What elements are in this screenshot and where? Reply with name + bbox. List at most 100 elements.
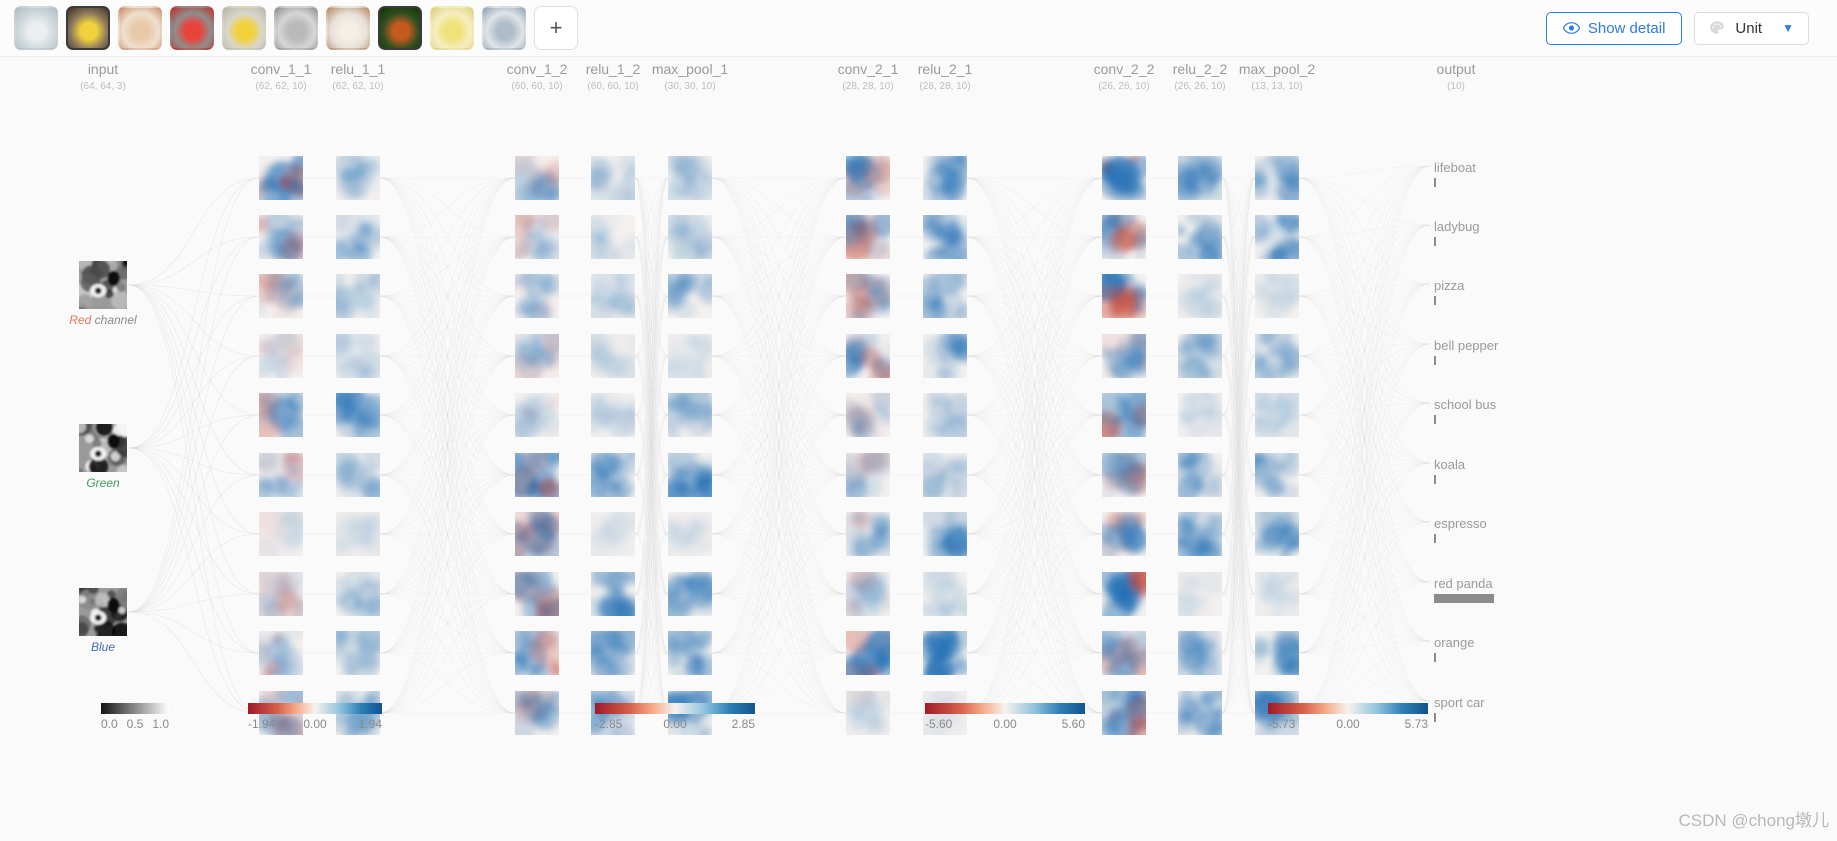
feature-map-tile[interactable]	[846, 691, 890, 735]
feature-map-tile[interactable]	[515, 691, 559, 735]
unit-dropdown[interactable]: Unit ▼	[1694, 11, 1809, 45]
feature-map-tile[interactable]	[336, 215, 380, 259]
layer-label-relu_2_2[interactable]: relu_2_2 (26, 26, 10)	[1173, 62, 1228, 94]
feature-map-tile[interactable]	[846, 156, 890, 200]
output-class-label[interactable]: ladybug	[1434, 219, 1480, 234]
feature-map-tile[interactable]	[336, 334, 380, 378]
feature-map-tile[interactable]	[1178, 512, 1222, 556]
feature-map-tile[interactable]	[259, 631, 303, 675]
feature-map-tile[interactable]	[846, 215, 890, 259]
feature-map-tile[interactable]	[1255, 215, 1299, 259]
layer-label-output[interactable]: output (10)	[1437, 62, 1476, 94]
feature-map-tile[interactable]	[668, 334, 712, 378]
feature-map-tile[interactable]	[1178, 631, 1222, 675]
feature-map-tile[interactable]	[259, 512, 303, 556]
feature-map-tile[interactable]	[1178, 274, 1222, 318]
feature-map-tile[interactable]	[259, 156, 303, 200]
feature-map-tile[interactable]	[591, 156, 635, 200]
feature-map-tile[interactable]	[1255, 393, 1299, 437]
feature-map-tile[interactable]	[515, 393, 559, 437]
layer-label-relu_2_1[interactable]: relu_2_1 (28, 28, 10)	[918, 62, 973, 94]
feature-map-tile[interactable]	[1102, 453, 1146, 497]
thumbnail-bell-pepper[interactable]	[170, 6, 214, 50]
thumbnail-school-bus[interactable]	[222, 6, 266, 50]
feature-map-tile[interactable]	[923, 572, 967, 616]
add-image-button[interactable]: +	[534, 6, 578, 50]
feature-map-tile[interactable]	[1102, 156, 1146, 200]
feature-map-tile[interactable]	[591, 393, 635, 437]
feature-map-tile[interactable]	[1255, 156, 1299, 200]
input-channel-tile[interactable]	[79, 588, 127, 636]
feature-map-tile[interactable]	[846, 334, 890, 378]
feature-map-tile[interactable]	[515, 334, 559, 378]
feature-map-tile[interactable]	[1102, 393, 1146, 437]
feature-map-tile[interactable]	[1102, 691, 1146, 735]
feature-map-tile[interactable]	[1255, 274, 1299, 318]
feature-map-tile[interactable]	[259, 572, 303, 616]
output-class-label[interactable]: orange	[1434, 635, 1474, 650]
input-channel-tile[interactable]	[79, 261, 127, 309]
feature-map-tile[interactable]	[515, 215, 559, 259]
feature-map-tile[interactable]	[591, 274, 635, 318]
output-class-label[interactable]: pizza	[1434, 278, 1464, 293]
feature-map-tile[interactable]	[259, 334, 303, 378]
feature-map-tile[interactable]	[1178, 334, 1222, 378]
feature-map-tile[interactable]	[1102, 215, 1146, 259]
feature-map-tile[interactable]	[923, 393, 967, 437]
image-thumbnail-strip[interactable]	[14, 6, 526, 50]
feature-map-tile[interactable]	[515, 156, 559, 200]
feature-map-tile[interactable]	[259, 453, 303, 497]
thumbnail-espresso[interactable]	[326, 6, 370, 50]
feature-map-tile[interactable]	[1178, 215, 1222, 259]
feature-map-tile[interactable]	[1255, 334, 1299, 378]
thumbnail-koala[interactable]	[274, 6, 318, 50]
feature-map-tile[interactable]	[1178, 453, 1222, 497]
thumbnail-pizza[interactable]	[118, 6, 162, 50]
feature-map-tile[interactable]	[336, 512, 380, 556]
feature-map-tile[interactable]	[259, 393, 303, 437]
feature-map-tile[interactable]	[515, 631, 559, 675]
feature-map-tile[interactable]	[1102, 512, 1146, 556]
feature-map-tile[interactable]	[668, 215, 712, 259]
feature-map-tile[interactable]	[923, 215, 967, 259]
feature-map-tile[interactable]	[591, 512, 635, 556]
layer-label-conv_2_2[interactable]: conv_2_2 (26, 26, 10)	[1094, 62, 1155, 94]
feature-map-tile[interactable]	[846, 393, 890, 437]
layer-label-conv_2_1[interactable]: conv_2_1 (28, 28, 10)	[838, 62, 899, 94]
feature-map-tile[interactable]	[923, 631, 967, 675]
feature-map-tile[interactable]	[846, 631, 890, 675]
layer-label-relu_1_2[interactable]: relu_1_2 (60, 60, 10)	[586, 62, 641, 94]
feature-map-tile[interactable]	[515, 512, 559, 556]
feature-map-tile[interactable]	[923, 453, 967, 497]
layer-label-conv_1_1[interactable]: conv_1_1 (62, 62, 10)	[251, 62, 312, 94]
feature-map-tile[interactable]	[515, 453, 559, 497]
output-class-label[interactable]: lifeboat	[1434, 160, 1476, 175]
thumbnail-ladybug[interactable]	[66, 6, 110, 50]
feature-map-tile[interactable]	[1102, 274, 1146, 318]
feature-map-tile[interactable]	[846, 572, 890, 616]
feature-map-tile[interactable]	[668, 156, 712, 200]
feature-map-tile[interactable]	[923, 512, 967, 556]
feature-map-tile[interactable]	[515, 274, 559, 318]
feature-map-tile[interactable]	[336, 274, 380, 318]
show-detail-button[interactable]: Show detail	[1545, 11, 1683, 45]
thumbnail-orange[interactable]	[430, 6, 474, 50]
feature-map-tile[interactable]	[923, 334, 967, 378]
thumbnail-sport-car[interactable]	[482, 6, 526, 50]
layer-label-conv_1_2[interactable]: conv_1_2 (60, 60, 10)	[507, 62, 568, 94]
feature-map-tile[interactable]	[1178, 156, 1222, 200]
output-class-label[interactable]: koala	[1434, 457, 1465, 472]
feature-map-tile[interactable]	[668, 631, 712, 675]
feature-map-tile[interactable]	[336, 572, 380, 616]
feature-map-tile[interactable]	[668, 512, 712, 556]
feature-map-tile[interactable]	[923, 156, 967, 200]
feature-map-tile[interactable]	[336, 453, 380, 497]
feature-map-tile[interactable]	[336, 156, 380, 200]
layer-label-input[interactable]: input (64, 64, 3)	[80, 62, 126, 94]
feature-map-tile[interactable]	[1178, 393, 1222, 437]
feature-map-tile[interactable]	[259, 215, 303, 259]
feature-map-tile[interactable]	[846, 453, 890, 497]
feature-map-tile[interactable]	[1102, 334, 1146, 378]
feature-map-tile[interactable]	[1178, 572, 1222, 616]
feature-map-tile[interactable]	[336, 631, 380, 675]
